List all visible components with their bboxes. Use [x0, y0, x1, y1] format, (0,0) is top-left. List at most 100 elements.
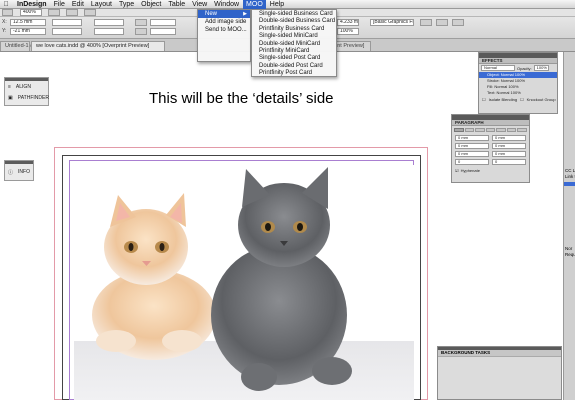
last-line-indent-field[interactable]: 0 mm	[492, 143, 526, 149]
right-strip-item-link[interactable]: Link to Ti	[564, 174, 575, 180]
align-label: ALIGN	[15, 83, 31, 90]
right-indent-field[interactable]: 0 mm	[492, 135, 526, 141]
menu-moo[interactable]: MOO	[242, 0, 267, 9]
space-before-field[interactable]: 0 mm	[455, 151, 489, 157]
submenu-item-printfinity-minicard[interactable]: Printfinity MiniCard	[252, 48, 336, 55]
background-tasks-title: BACKGROUND TASKS	[438, 350, 561, 357]
info-panel: ⓘ INFO	[4, 160, 34, 181]
bridge-button[interactable]	[2, 9, 13, 16]
align-panel-tab[interactable]: ≡ ALIGN	[5, 81, 48, 92]
width-field[interactable]	[52, 19, 82, 26]
apple-icon[interactable]: 	[0, 0, 12, 9]
y-position-field[interactable]: -21 mm	[10, 28, 46, 35]
menu-bar:  InDesign File Edit Layout Type Object …	[0, 0, 575, 9]
drop-cap-chars-field[interactable]: 0	[492, 159, 526, 165]
isolate-blending-checkbox[interactable]: ☐	[482, 97, 486, 102]
menu-help[interactable]: Help	[266, 0, 287, 9]
knockout-group-checkbox[interactable]: ☐	[520, 97, 524, 102]
shear-icon[interactable]	[135, 28, 147, 35]
view-options-button[interactable]	[48, 9, 60, 16]
align-pathfinder-panel: ≡ ALIGN ▣ PATHFINDER	[4, 77, 49, 106]
tab-untitled[interactable]: Untitled-1 @ 100%	[0, 41, 51, 51]
first-line-indent-field[interactable]: 0 mm	[455, 143, 489, 149]
align-icon: ≡	[8, 83, 11, 90]
tab-we-love-cats[interactable]: we love cats.indd @ 400% [Overprint Prev…	[31, 41, 165, 51]
menu-app-indesign[interactable]: InDesign	[12, 0, 50, 9]
justify-all-button[interactable]	[517, 128, 528, 132]
x-position-field[interactable]: 12.5 mm	[10, 19, 46, 26]
ginger-kitten	[92, 193, 216, 360]
align-right-button[interactable]	[475, 128, 485, 132]
align-center-button[interactable]	[464, 128, 475, 132]
right-strip-item-requ[interactable]: Requ	[564, 252, 575, 258]
submenu-arrow-icon: ▶	[243, 11, 247, 17]
arrange-documents-button[interactable]	[84, 9, 96, 16]
y-label: Y:	[2, 28, 7, 34]
fitting-button-2[interactable]	[436, 19, 448, 26]
paragraph-panel: PARAGRAPH 0 mm 0 mm 0 mm 0 mm 0 mm 0 mm …	[451, 114, 530, 183]
object-style-select[interactable]: [Basic Graphics Frame]	[370, 19, 414, 26]
info-label: INFO	[18, 169, 30, 175]
stroke-weight-field[interactable]: 4.233 mm	[337, 19, 359, 26]
info-icon: ⓘ	[8, 169, 14, 176]
opacity-field[interactable]: 100%	[533, 65, 549, 71]
moo-menu-item-new-label: New	[205, 11, 218, 17]
background-tasks-panel: BACKGROUND TASKS	[437, 346, 562, 400]
moo-menu-dropdown: New ▶ Add image side Send to MOO...	[197, 9, 251, 62]
justify-center-button[interactable]	[496, 128, 506, 132]
info-panel-tab[interactable]: ⓘ INFO	[5, 164, 33, 180]
menu-layout[interactable]: Layout	[87, 0, 115, 9]
scale-y-field[interactable]	[94, 28, 124, 35]
right-panel-strip: CC L Link to Ti Nor Requ	[563, 52, 575, 400]
x-label: X:	[2, 19, 7, 25]
hyphenate-checkbox[interactable]: ☑	[455, 168, 459, 173]
fitting-button-3[interactable]	[452, 19, 464, 26]
knockout-group-label: Knockout Group	[526, 96, 556, 102]
space-after-field[interactable]: 0 mm	[492, 151, 526, 157]
submenu-item-double-minicard[interactable]: Double-sided MiniCard	[252, 41, 336, 48]
grey-kitten	[211, 167, 352, 391]
submenu-item-single-business-card[interactable]: Single-sided Business Card	[252, 11, 336, 18]
details-side-heading: This will be the ‘details’ side	[149, 90, 334, 107]
hyphenate-label: Hyphenate	[460, 168, 480, 173]
menu-table[interactable]: Table	[165, 0, 189, 9]
opacity-field[interactable]: 100%	[337, 28, 359, 35]
justify-left-button[interactable]	[485, 128, 496, 132]
kittens-illustration	[74, 167, 414, 400]
screen-mode-button[interactable]	[66, 9, 78, 16]
submenu-item-single-postcard[interactable]: Single-sided Post Card	[252, 55, 336, 62]
menu-object[interactable]: Object	[138, 0, 165, 9]
menu-edit[interactable]: Edit	[68, 0, 87, 9]
submenu-item-printfinity-business-card[interactable]: Printfinity Business Card	[252, 26, 336, 33]
justify-right-button[interactable]	[506, 128, 517, 132]
alignment-buttons	[452, 126, 529, 134]
left-indent-field[interactable]: 0 mm	[455, 135, 489, 141]
menu-file[interactable]: File	[50, 0, 68, 9]
new-submenu: Single-sided Business Card Double-sided …	[251, 9, 337, 77]
zoom-level-field[interactable]: 400%	[20, 9, 42, 16]
scale-x-field[interactable]	[94, 19, 124, 26]
tab-overprint-preview[interactable]: int Preview]	[331, 41, 371, 51]
moo-menu-item-new[interactable]: New ▶	[198, 10, 250, 18]
moo-menu-item-send-to-moo[interactable]: Send to MOO...	[198, 26, 250, 34]
submenu-item-double-business-card[interactable]: Double-sided Business Card	[252, 18, 336, 25]
menu-view[interactable]: View	[189, 0, 211, 9]
menu-type[interactable]: Type	[115, 0, 137, 9]
drop-cap-lines-field[interactable]: 0	[455, 159, 489, 165]
shear-field[interactable]	[150, 28, 176, 35]
align-left-button[interactable]	[454, 128, 464, 132]
submenu-item-double-postcard[interactable]: Double-sided Post Card	[252, 63, 336, 70]
kittens-photo[interactable]	[74, 165, 414, 400]
height-field[interactable]	[52, 28, 82, 35]
submenu-item-single-minicard[interactable]: Single-sided MiniCard	[252, 33, 336, 40]
menu-window[interactable]: Window	[211, 0, 243, 9]
opacity-label: Opacity:	[517, 65, 532, 71]
moo-menu-item-add-image-side[interactable]: Add image side	[198, 18, 250, 26]
pathfinder-panel-tab[interactable]: ▣ PATHFINDER	[5, 92, 49, 104]
effects-panel: EFFECTS Normal Opacity: 100% Object: Nor…	[478, 52, 558, 114]
fitting-button[interactable]	[420, 19, 432, 26]
blend-mode-select[interactable]: Normal	[481, 65, 515, 71]
submenu-item-printfinity-postcard[interactable]: Printfinity Post Card	[252, 70, 336, 77]
rotation-field[interactable]	[150, 19, 176, 26]
rotate-icon[interactable]	[135, 19, 147, 26]
